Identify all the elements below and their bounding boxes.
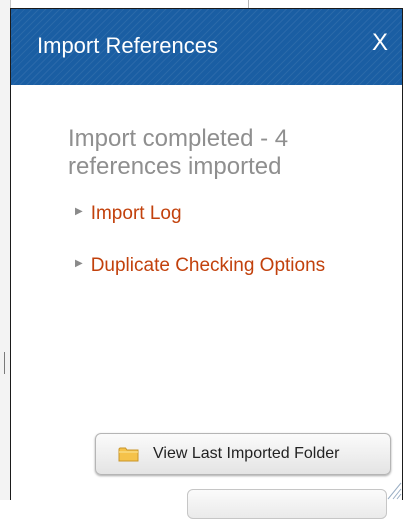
- import-status-message: Import completed - 4 references imported: [68, 125, 289, 180]
- folder-icon: [118, 446, 139, 462]
- dialog-titlebar[interactable]: Import References X: [11, 9, 402, 85]
- duplicate-checking-options-link[interactable]: ▶ Duplicate Checking Options: [75, 253, 335, 277]
- triangle-right-icon: ▶: [75, 258, 83, 269]
- screen: Import References X Import completed - 4…: [0, 0, 405, 519]
- background-divider-top: [248, 0, 249, 8]
- import-log-link[interactable]: ▶ Import Log: [75, 201, 182, 225]
- background-divider: [4, 352, 5, 374]
- view-last-imported-folder-button[interactable]: View Last Imported Folder: [95, 433, 391, 475]
- import-references-dialog: Import References X Import completed - 4…: [10, 8, 403, 519]
- resize-grip-icon[interactable]: [384, 478, 402, 500]
- partial-button[interactable]: [187, 489, 387, 519]
- view-last-imported-folder-label: View Last Imported Folder: [153, 445, 340, 462]
- triangle-right-icon: ▶: [75, 206, 83, 217]
- duplicate-checking-options-label[interactable]: Duplicate Checking Options: [91, 255, 325, 276]
- import-log-label[interactable]: Import Log: [91, 203, 182, 224]
- close-button[interactable]: X: [372, 31, 388, 55]
- dialog-title: Import References: [37, 33, 218, 58]
